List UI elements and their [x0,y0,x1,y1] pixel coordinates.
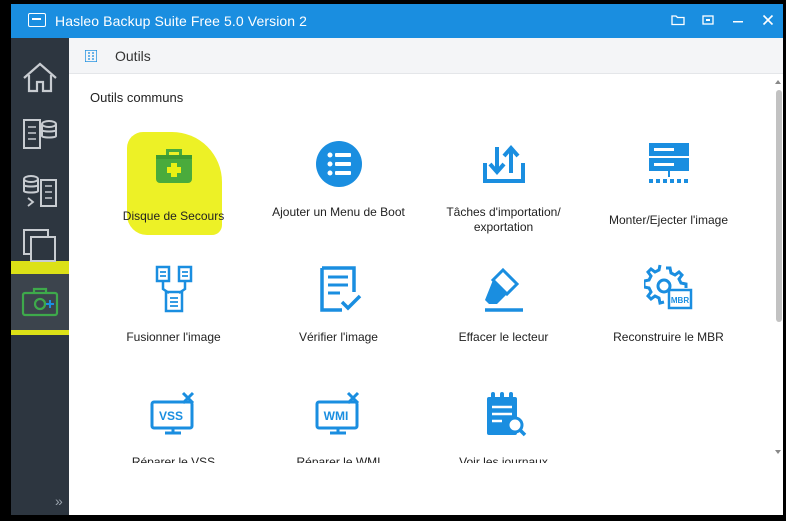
tool-repair-vss[interactable]: VSS Réparer le VSS [91,379,256,463]
tool-label: Monter/Ejecter l'image [608,213,728,227]
tool-import-export[interactable]: Tâches d'importation/ exportation [421,129,586,254]
tool-label: Disque de Secours [122,209,225,223]
tool-label: Réparer le VSS [131,455,216,463]
backup-icon [23,119,57,149]
close-button[interactable] [755,9,781,33]
sidebar-item-tools[interactable] [11,274,69,330]
tool-label: Réparer le WMI [296,455,381,463]
minimize-button[interactable] [725,9,751,33]
restore-window-icon[interactable] [695,9,721,33]
sidebar-item-home[interactable] [11,50,69,106]
tool-repair-wmi[interactable]: WMI Réparer le WMI [256,379,421,463]
mbr-badge: MBR [671,296,689,305]
tool-mount-image[interactable]: Monter/Ejecter l'image [586,129,751,254]
sidebar-item-clone[interactable] [11,218,69,274]
scrollbar-thumb[interactable] [776,90,782,322]
home-icon [23,62,57,93]
window-title: Hasleo Backup Suite Free 5.0 Version 2 [55,13,308,29]
repair-wmi-icon: WMI [315,391,360,435]
tools-grid: Disque de Secours Ajouter un Menu de Boo… [91,129,751,463]
collapse-sidebar-button[interactable]: » [55,493,63,509]
tools-panel: Outils communs Disque de Secours Ajouter… [69,74,783,515]
tool-erase-drive[interactable]: Effacer le lecteur [421,254,586,379]
section-title: Outils communs [90,90,184,105]
tool-view-logs[interactable]: Voir les journaux [421,379,586,463]
scroll-up-arrow[interactable] [775,80,781,84]
tool-label: Reconstruire le MBR [613,330,724,344]
tool-rescue-disk[interactable]: Disque de Secours [91,129,256,254]
app-window: Hasleo Backup Suite Free 5.0 Version 2 »… [11,4,783,515]
folder-icon[interactable] [665,9,691,33]
tool-label: Fusionner l'image [126,330,221,344]
import-export-icon [483,144,525,183]
first-aid-case-icon [156,149,192,183]
eraser-icon [485,267,523,312]
grid-icon [85,50,97,62]
scroll-down-arrow[interactable] [775,450,781,454]
mount-image-icon [649,143,689,183]
rebuild-mbr-icon: MBR [644,264,693,310]
view-logs-icon [487,392,527,437]
vss-badge: VSS [159,409,183,423]
tool-rebuild-mbr[interactable]: MBR Reconstruire le MBR [586,254,751,379]
tool-add-boot-menu[interactable]: Ajouter un Menu de Boot [256,129,421,254]
sidebar: » [11,38,81,515]
app-logo-icon [28,13,46,27]
tool-label: Vérifier l'image [299,330,378,344]
tool-label: Tâches d'importation/ exportation [446,205,561,234]
tool-label: Ajouter un Menu de Boot [272,205,405,219]
toolbox-icon [21,287,59,317]
tool-label: Voir les journaux [459,455,548,463]
page-header: Outils [69,38,783,74]
clone-icon [23,229,56,262]
wmi-badge: WMI [324,409,349,423]
repair-vss-icon: VSS [150,391,195,435]
tool-verify-image[interactable]: Vérifier l'image [256,254,421,379]
verify-image-icon [320,266,362,312]
sidebar-item-restore[interactable] [11,162,69,218]
merge-image-icon [155,265,193,313]
sidebar-item-backup[interactable] [11,106,69,162]
title-bar: Hasleo Backup Suite Free 5.0 Version 2 [11,4,783,38]
restore-data-icon [23,175,57,207]
tool-merge-image[interactable]: Fusionner l'image [91,254,256,379]
page-title: Outils [115,48,151,64]
boot-menu-icon [316,141,362,187]
tool-label: Effacer le lecteur [458,330,549,344]
